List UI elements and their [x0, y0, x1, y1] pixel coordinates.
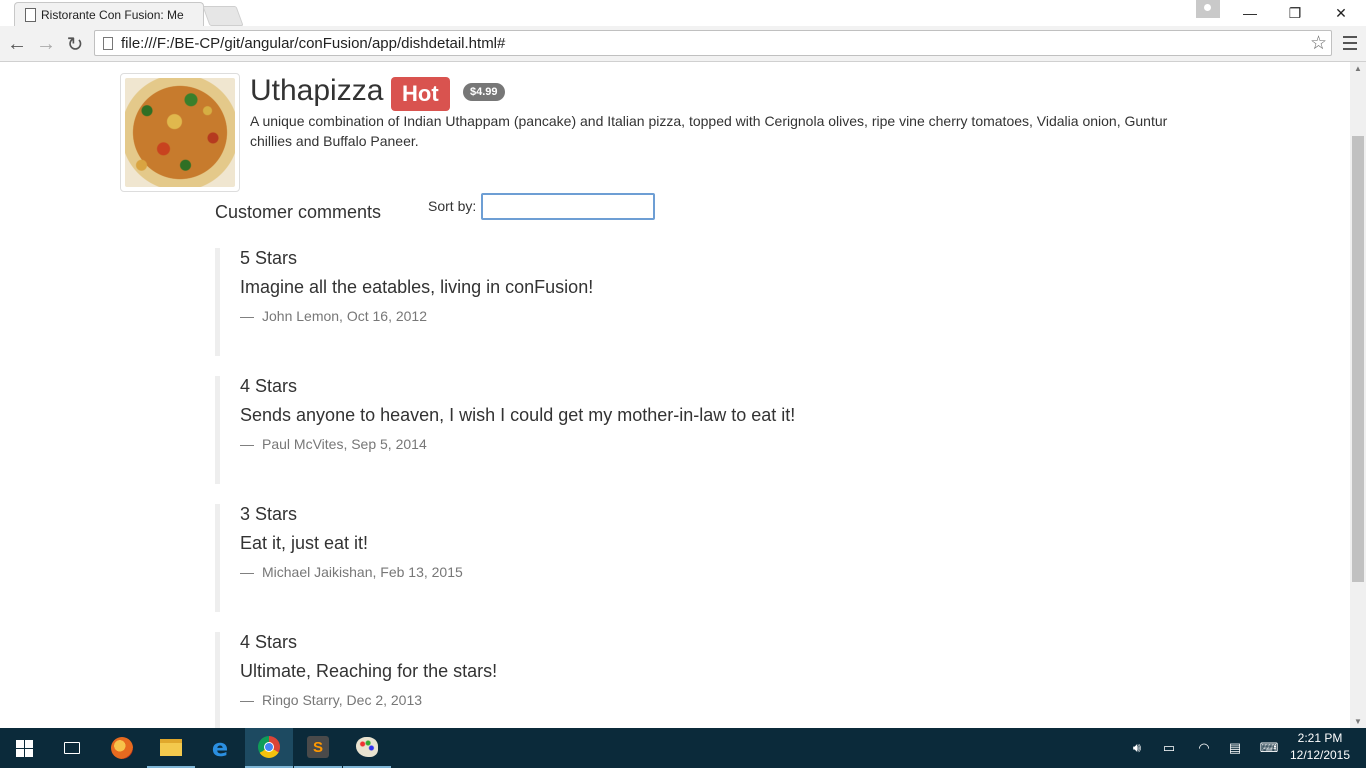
page-icon: [103, 37, 113, 50]
user-profile-icon[interactable]: [1196, 0, 1220, 18]
comment-author: Ringo Starry, Dec 2, 2013: [262, 692, 423, 708]
scroll-down-arrow-icon[interactable]: ▼: [1354, 717, 1362, 726]
dish-description: A unique combination of Indian Uthappam …: [250, 113, 1168, 149]
comment-item: 3 Stars Eat it, just eat it! — Michael Ja…: [215, 504, 915, 612]
chrome-taskbar-button[interactable]: [245, 728, 293, 768]
reload-button[interactable]: ↻: [62, 31, 88, 57]
paint-icon: [356, 737, 378, 757]
comment-text: Ultimate, Reaching for the stars!: [240, 661, 498, 681]
price-badge: $4.99: [463, 83, 505, 101]
close-window-button[interactable]: ✕: [1318, 0, 1364, 26]
paint-taskbar-button[interactable]: [343, 728, 391, 768]
restore-button[interactable]: ❐: [1272, 0, 1318, 26]
firefox-icon: [111, 737, 133, 759]
comment-footer: — John Lemon, Oct 16, 2012: [240, 308, 427, 324]
page-viewport: Uthapizza Hot $4.99 A unique combination…: [0, 62, 1350, 728]
edge-icon: e: [211, 734, 229, 762]
comment-footer: — Ringo Starry, Dec 2, 2013: [240, 692, 423, 708]
start-button[interactable]: [0, 728, 48, 768]
comment-footer: — Paul McVites, Sep 5, 2014: [240, 436, 427, 452]
comment-text: Eat it, just eat it!: [240, 533, 369, 553]
comments-title: Customer comments: [215, 202, 382, 222]
comment-text: Imagine all the eatables, living in conF…: [240, 277, 594, 297]
comment-rating: 4 Stars: [240, 632, 298, 652]
sort-input[interactable]: [481, 193, 655, 220]
comment-text: Sends anyone to heaven, I wish I could g…: [240, 405, 796, 425]
clock-time: 2:21 PM: [1297, 731, 1343, 745]
url-text[interactable]: file:///F:/BE-CP/git/angular/conFusion/a…: [121, 35, 505, 52]
volume-icon[interactable]: 🔊︎: [1126, 728, 1148, 768]
address-bar[interactable]: file:///F:/BE-CP/git/angular/conFusion/a…: [94, 30, 1332, 56]
forward-button[interactable]: →: [33, 31, 59, 57]
file-explorer-taskbar-button[interactable]: [147, 728, 195, 768]
task-view-button[interactable]: [48, 728, 96, 768]
comment-author: John Lemon, Oct 16, 2012: [262, 308, 427, 324]
comment-item: 5 Stars Imagine all the eatables, living…: [215, 248, 915, 356]
sublime-taskbar-button[interactable]: S: [294, 728, 342, 768]
hot-label: Hot: [391, 77, 450, 111]
comment-rating: 4 Stars: [240, 376, 298, 396]
battery-icon[interactable]: ▭: [1158, 728, 1180, 768]
chrome-icon: [258, 736, 280, 758]
browser-tab-active[interactable]: Ristorante Con Fusion: Me: [14, 2, 204, 26]
dish-image: [125, 78, 235, 187]
dish-thumbnail: [120, 73, 240, 192]
wifi-icon[interactable]: ◠: [1193, 728, 1215, 768]
comment-author: Paul McVites, Sep 5, 2014: [262, 436, 427, 452]
comment-rating: 3 Stars: [240, 504, 298, 524]
browser-menu-icon[interactable]: [1340, 32, 1360, 56]
action-center-icon[interactable]: ▤: [1224, 728, 1246, 768]
back-button[interactable]: ←: [4, 31, 30, 57]
comment-author: Michael Jaikishan, Feb 13, 2015: [262, 564, 463, 580]
system-clock[interactable]: 2:21 PM 12/12/2015: [1288, 730, 1352, 764]
browser-toolbar: ← → ↻ file:///F:/BE-CP/git/angular/conFu…: [0, 26, 1366, 62]
clock-date: 12/12/2015: [1289, 748, 1351, 762]
task-view-icon: [64, 742, 80, 754]
comment-footer: — Michael Jaikishan, Feb 13, 2015: [240, 564, 463, 580]
keyboard-icon[interactable]: ⌨: [1256, 728, 1282, 768]
folder-icon: [160, 738, 182, 756]
firefox-taskbar-button[interactable]: [98, 728, 146, 768]
windows-taskbar: e S 🔊︎ ▭ ◠ ▤ ⌨ 2:21 PM 12/12/2015: [0, 728, 1366, 768]
scroll-up-arrow-icon[interactable]: ▲: [1354, 64, 1362, 73]
vertical-scrollbar[interactable]: ▲ ▼: [1350, 62, 1366, 728]
new-tab-button[interactable]: [202, 6, 244, 26]
bookmark-star-icon[interactable]: ☆: [1310, 32, 1327, 55]
comment-rating: 5 Stars: [240, 248, 298, 268]
browser-titlebar: Ristorante Con Fusion: Me — ❐ ✕: [0, 0, 1366, 26]
edge-taskbar-button[interactable]: e: [196, 728, 244, 768]
tab-title: Ristorante Con Fusion: Me: [41, 8, 184, 22]
comment-item: 4 Stars Ultimate, Reaching for the stars…: [215, 632, 915, 728]
minimize-button[interactable]: —: [1227, 0, 1273, 26]
comment-item: 4 Stars Sends anyone to heaven, I wish I…: [215, 376, 915, 484]
windows-logo-icon: [15, 739, 33, 757]
document-icon: [25, 8, 36, 22]
sort-label: Sort by:: [428, 198, 477, 214]
sublime-text-icon: S: [307, 736, 329, 758]
scrollbar-thumb[interactable]: [1352, 136, 1364, 582]
dish-name: Uthapizza: [250, 74, 384, 107]
